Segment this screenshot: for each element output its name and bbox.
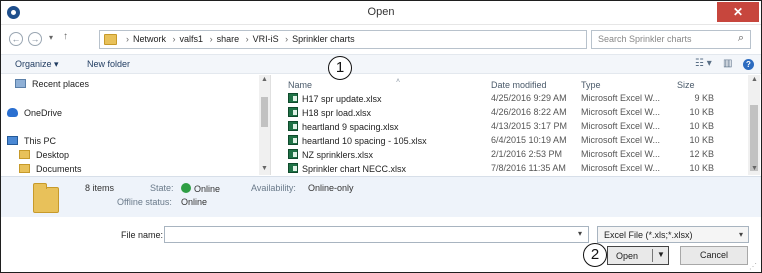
search-placeholder: Search Sprinkler charts bbox=[598, 34, 692, 44]
navigation-pane: Recent places OneDrive This PC Desktop D… bbox=[1, 75, 271, 175]
file-row[interactable]: Sprinkler chart NECC.xlsx 7/8/2016 11:35… bbox=[272, 163, 742, 176]
file-row[interactable]: NZ sprinklers.xlsx 2/1/2016 2:53 PM Micr… bbox=[272, 149, 742, 162]
scroll-down-icon[interactable]: ▼ bbox=[751, 165, 758, 172]
scroll-up-icon[interactable]: ▲ bbox=[261, 76, 268, 83]
nav-item-recent-places[interactable]: Recent places bbox=[15, 79, 89, 89]
file-name-label: File name: bbox=[121, 230, 164, 240]
breadcrumb-valfs1[interactable]: valfs1 bbox=[180, 34, 204, 44]
scroll-down-icon[interactable]: ▼ bbox=[261, 165, 268, 172]
window-title: Open bbox=[367, 6, 395, 18]
file-name-dropdown-icon[interactable]: ▾ bbox=[578, 229, 582, 238]
open-options-arrow-icon[interactable]: ▼ bbox=[657, 250, 665, 259]
close-button[interactable]: ✕ bbox=[717, 2, 759, 22]
folder-icon bbox=[104, 34, 117, 45]
preview-pane-icon[interactable]: ▥ bbox=[723, 58, 732, 69]
address-bar[interactable]: › Network › valfs1 › share › VRI-iS › Sprinkl… bbox=[99, 30, 676, 49]
file-type-select[interactable]: Excel File (*.xls;*.xlsx) ▾ bbox=[597, 226, 749, 243]
search-input[interactable]: Search Sprinkler charts ⌕ bbox=[591, 30, 751, 49]
column-header-date[interactable]: Date modified bbox=[491, 80, 547, 90]
help-icon[interactable]: ? bbox=[743, 59, 754, 70]
folder-icon bbox=[33, 183, 59, 213]
file-name-input[interactable] bbox=[164, 226, 589, 243]
state-value: Online bbox=[181, 183, 220, 194]
view-options-icon[interactable]: ☷ ▾ bbox=[695, 58, 712, 69]
recent-places-icon bbox=[15, 79, 26, 88]
breadcrumb-network[interactable]: Network bbox=[133, 34, 166, 44]
breadcrumb-sprinkler-charts[interactable]: Sprinkler charts bbox=[292, 34, 355, 44]
dialog-footer: File name: ▾ Excel File (*.xls;*.xlsx) ▾… bbox=[1, 218, 761, 272]
open-button[interactable]: Open ▼ bbox=[607, 246, 669, 265]
online-status-icon bbox=[181, 183, 191, 193]
scroll-up-icon[interactable]: ▲ bbox=[751, 76, 758, 83]
file-type-value: Excel File (*.xls;*.xlsx) bbox=[604, 230, 693, 240]
file-list-scrollbar[interactable]: ▲ ▼ bbox=[748, 75, 760, 175]
resize-grip-icon[interactable]: ⋰ bbox=[749, 262, 757, 271]
details-pane: 8 items State: Online Availability: Onli… bbox=[1, 176, 761, 217]
breadcrumb-vri-is[interactable]: VRI-iS bbox=[253, 34, 279, 44]
column-header-name[interactable]: Name ˄ bbox=[288, 78, 400, 90]
search-icon[interactable]: ⌕ bbox=[738, 32, 744, 45]
excel-file-icon bbox=[288, 107, 298, 117]
cancel-button[interactable]: Cancel bbox=[680, 246, 748, 265]
scroll-thumb[interactable] bbox=[750, 105, 758, 171]
callout-2: 2 bbox=[583, 243, 607, 267]
excel-file-icon bbox=[288, 163, 298, 173]
excel-file-icon bbox=[288, 135, 298, 145]
this-pc-icon bbox=[7, 136, 18, 145]
organize-menu[interactable]: Organize ▾ bbox=[15, 59, 59, 70]
back-icon[interactable]: ← bbox=[9, 32, 23, 46]
availability-value: Online-only bbox=[308, 183, 354, 193]
column-header-size[interactable]: Size bbox=[677, 80, 695, 90]
nav-item-this-pc[interactable]: This PC bbox=[7, 136, 56, 146]
breadcrumb: › Network › valfs1 › share › VRI-iS › Sprinkl… bbox=[126, 34, 355, 44]
breadcrumb-share[interactable]: share bbox=[217, 34, 240, 44]
address-row: ← → ▾ ↑ › Network › valfs1 › share › VRI-iS … bbox=[1, 27, 761, 53]
split-divider bbox=[652, 249, 653, 262]
callout-1: 1 bbox=[328, 56, 352, 80]
command-toolbar: Organize ▾ New folder ☷ ▾ ▥ ? bbox=[1, 54, 761, 74]
title-bar: Open ✕ bbox=[1, 1, 761, 25]
item-count: 8 items bbox=[85, 183, 115, 193]
nav-item-desktop[interactable]: Desktop bbox=[19, 150, 69, 160]
nav-scrollbar[interactable]: ▲ ▼ bbox=[259, 75, 270, 175]
file-row[interactable]: H17 spr update.xlsx 4/25/2016 9:29 AM Mi… bbox=[272, 93, 742, 106]
onedrive-icon bbox=[7, 108, 18, 117]
sort-caret-icon: ˄ bbox=[396, 78, 401, 85]
excel-file-icon bbox=[288, 149, 298, 159]
nav-item-onedrive[interactable]: OneDrive bbox=[7, 108, 62, 118]
new-folder-button[interactable]: New folder bbox=[87, 59, 130, 69]
file-row[interactable]: heartland 9 spacing.xlsx 4/13/2015 3:17 … bbox=[272, 121, 742, 134]
excel-file-icon bbox=[288, 93, 298, 103]
recent-locations-chevron-icon[interactable]: ▾ bbox=[49, 33, 53, 42]
state-label: State: bbox=[150, 183, 174, 193]
column-header-type[interactable]: Type bbox=[581, 80, 601, 90]
open-file-dialog: Open ✕ ← → ▾ ↑ › Network › valfs1 › share ›… bbox=[0, 0, 762, 273]
offline-status-value: Online bbox=[181, 197, 208, 207]
offline-status-label: Offline status: bbox=[117, 197, 172, 207]
availability-label: Availability: bbox=[251, 183, 296, 193]
file-list: Name ˄ Date modified Type Size H17 spr up… bbox=[272, 75, 761, 175]
excel-file-icon bbox=[288, 121, 298, 131]
file-row[interactable]: heartland 10 spacing - 105.xlsx 6/4/2015… bbox=[272, 135, 742, 148]
folder-icon bbox=[19, 150, 30, 159]
folder-icon bbox=[19, 164, 30, 173]
forward-icon[interactable]: → bbox=[28, 32, 42, 46]
nav-item-documents[interactable]: Documents bbox=[19, 164, 82, 174]
file-row[interactable]: H18 spr load.xlsx 4/26/2016 8:22 AM Micr… bbox=[272, 107, 742, 120]
open-button-label: Open bbox=[616, 251, 639, 261]
chevron-down-icon: ▾ bbox=[738, 230, 743, 239]
up-arrow-icon[interactable]: ↑ bbox=[63, 31, 68, 42]
scroll-thumb[interactable] bbox=[261, 97, 268, 127]
